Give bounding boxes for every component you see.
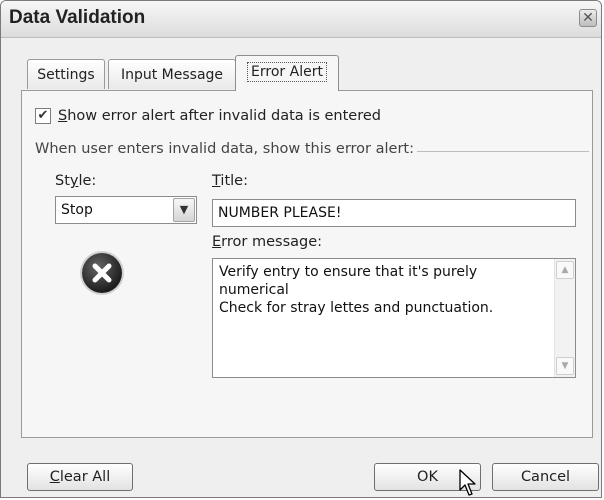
scroll-up-icon: ▲ [561,265,569,275]
error-message-label: Error message: [212,234,323,250]
cancel-button-label: Cancel [520,469,571,485]
style-dropdown-button[interactable]: ▼ [173,198,195,222]
scroll-up-button[interactable]: ▲ [556,261,574,279]
style-select-value: Stop [61,202,93,218]
scroll-down-icon: ▼ [561,361,569,371]
error-message-line: Verify entry to ensure that it's purely [219,264,478,280]
close-button[interactable]: ✕ [579,9,597,27]
title-label: Title: [212,173,248,189]
error-message-line: numerical [219,282,289,298]
tab-settings[interactable]: Settings [27,59,105,89]
section-divider [417,151,589,152]
checkmark-icon: ✔ [37,108,49,123]
tab-error-alert[interactable]: Error Alert [235,55,339,91]
scroll-down-button[interactable]: ▼ [556,357,574,375]
style-label: Style: [55,173,97,189]
cancel-button[interactable]: Cancel [492,463,599,491]
title-input-value: NUMBER PLEASE! [218,205,342,221]
dialog-title: Data Validation [9,7,146,28]
error-message-text: Verify entry to ensure that it's purely … [219,263,549,317]
error-message-textarea[interactable]: Verify entry to ensure that it's purely … [212,258,576,378]
title-bar: Data Validation ✕ [1,1,601,38]
section-label: When user enters invalid data, show this… [35,141,414,157]
tab-input-message-label: Input Message [120,67,224,83]
tab-input-message[interactable]: Input Message [108,59,236,89]
style-select[interactable]: Stop ▼ [55,196,197,224]
mouse-cursor-icon [459,469,476,496]
tab-settings-label: Settings [37,67,95,83]
chevron-down-icon: ▼ [179,203,189,216]
ok-button-label: OK [417,469,438,485]
error-message-line: Check for stray lettes and punctuation. [219,300,494,316]
stop-error-icon [82,253,122,293]
close-icon: ✕ [582,10,594,26]
message-scrollbar[interactable]: ▲ ▼ [554,259,575,377]
tab-error-alert-label: Error Alert [247,62,327,82]
show-error-alert-label[interactable]: Show error alert after invalid data is e… [58,108,381,124]
clear-all-button[interactable]: Clear All [27,463,133,491]
show-error-alert-checkbox[interactable]: ✔ [35,108,51,124]
data-validation-dialog: Data Validation ✕ Settings Input Message… [0,0,602,498]
title-input[interactable]: NUMBER PLEASE! [212,199,576,227]
